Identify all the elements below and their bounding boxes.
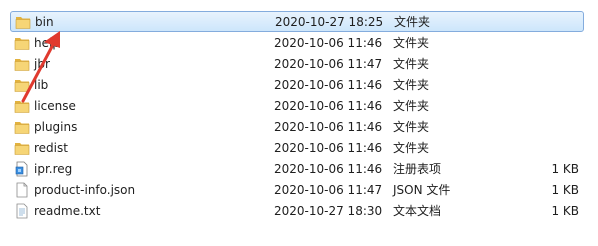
folder-icon: [14, 38, 30, 50]
file-row-license[interactable]: license 2020-10-06 11:46 文件夹: [10, 96, 584, 117]
file-type: 文件夹: [394, 15, 431, 29]
file-row-help[interactable]: help 2020-10-06 11:46 文件夹: [10, 33, 584, 54]
folder-icon: [14, 80, 30, 92]
file-type: 注册表项: [393, 162, 442, 176]
file-type: 文本文档: [393, 204, 442, 218]
file-name: redist: [34, 141, 68, 155]
document-icon: [16, 182, 28, 198]
file-row-bin[interactable]: bin 2020-10-27 18:25 文件夹: [10, 11, 584, 32]
file-size: 1 KB: [551, 162, 579, 176]
folder-icon: [14, 122, 30, 134]
file-type: JSON 文件: [393, 183, 451, 197]
file-type: 文件夹: [393, 78, 430, 92]
file-type: 文件夹: [393, 99, 430, 113]
file-name: product-info.json: [34, 183, 136, 197]
file-row-product-info[interactable]: product-info.json 2020-10-06 11:47 JSON …: [10, 180, 584, 201]
text-file-icon: [16, 203, 28, 219]
file-name: license: [34, 99, 76, 113]
file-date: 2020-10-27 18:30: [274, 204, 383, 218]
file-date: 2020-10-06 11:46: [274, 78, 383, 92]
file-list: bin 2020-10-27 18:25 文件夹 help 2020-10-06…: [0, 0, 598, 246]
file-date: 2020-10-06 11:47: [274, 57, 383, 71]
file-date: 2020-10-27 18:25: [275, 15, 384, 29]
folder-icon: [15, 17, 31, 29]
file-name: ipr.reg: [34, 162, 73, 176]
file-row-ipr-reg[interactable]: ipr.reg 2020-10-06 11:46 注册表项 1 KB: [10, 159, 584, 180]
file-name: bin: [35, 15, 54, 29]
folder-icon: [14, 101, 30, 113]
file-date: 2020-10-06 11:46: [274, 36, 383, 50]
folder-icon: [14, 143, 30, 155]
file-date: 2020-10-06 11:46: [274, 162, 383, 176]
file-size: 1 KB: [551, 183, 579, 197]
file-type: 文件夹: [393, 57, 430, 71]
file-type: 文件夹: [393, 36, 430, 50]
file-row-plugins[interactable]: plugins 2020-10-06 11:46 文件夹: [10, 117, 584, 138]
folder-icon: [14, 59, 30, 71]
file-name: jbr: [34, 57, 50, 71]
file-name: lib: [34, 78, 49, 92]
file-row-readme[interactable]: readme.txt 2020-10-27 18:30 文本文档 1 KB: [10, 201, 584, 222]
file-date: 2020-10-06 11:47: [274, 183, 383, 197]
file-row-lib[interactable]: lib 2020-10-06 11:46 文件夹: [10, 75, 584, 96]
file-date: 2020-10-06 11:46: [274, 99, 383, 113]
file-name: readme.txt: [34, 204, 101, 218]
file-date: 2020-10-06 11:46: [274, 141, 383, 155]
file-type: 文件夹: [393, 141, 430, 155]
file-type: 文件夹: [393, 120, 430, 134]
file-name: plugins: [34, 120, 78, 134]
file-name: help: [34, 36, 60, 50]
file-row-redist[interactable]: redist 2020-10-06 11:46 文件夹: [10, 138, 584, 159]
registry-file-icon: [15, 161, 28, 177]
file-size: 1 KB: [551, 204, 579, 218]
file-row-jbr[interactable]: jbr 2020-10-06 11:47 文件夹: [10, 54, 584, 75]
file-date: 2020-10-06 11:46: [274, 120, 383, 134]
